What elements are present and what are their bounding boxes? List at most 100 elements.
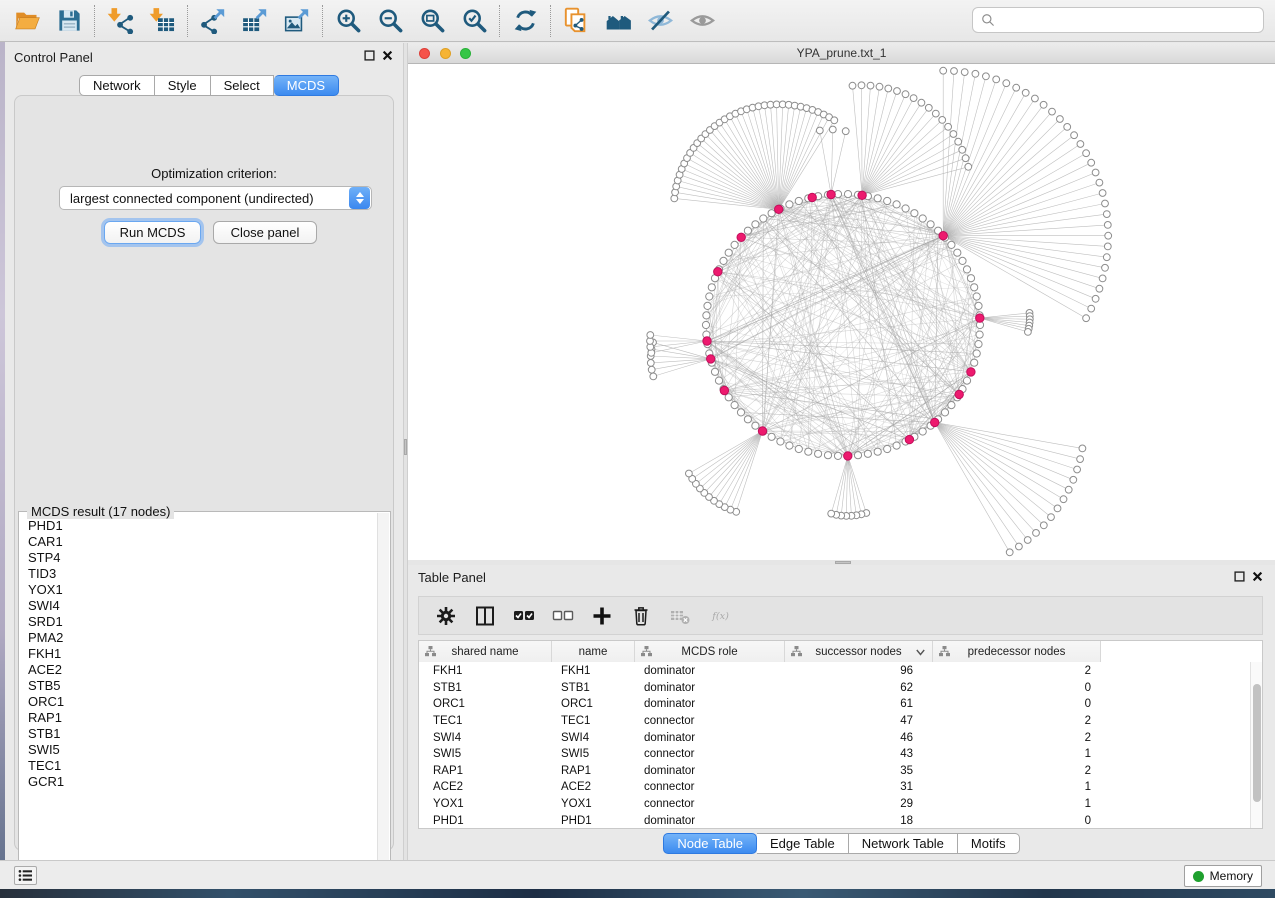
table-row[interactable]: FKH1FKH1dominator962 bbox=[419, 663, 1250, 680]
table-cell[interactable]: 1 bbox=[933, 781, 1101, 793]
table-cell[interactable]: SWI5 bbox=[552, 748, 635, 760]
table-cell[interactable]: ACE2 bbox=[419, 781, 552, 793]
mcds-node-item[interactable]: FKH1 bbox=[19, 646, 377, 662]
settings-gear-icon[interactable] bbox=[429, 601, 462, 631]
table-cell[interactable]: 31 bbox=[785, 781, 933, 793]
table-cell[interactable]: YOX1 bbox=[419, 798, 552, 810]
table-cell[interactable]: 0 bbox=[933, 682, 1101, 694]
mcds-node-item[interactable]: STB1 bbox=[19, 726, 377, 742]
mcds-node-item[interactable]: RAP1 bbox=[19, 710, 377, 726]
column-header-MCDS-role[interactable]: MCDS role bbox=[635, 641, 785, 662]
table-row[interactable]: ACE2ACE2connector311 bbox=[419, 779, 1250, 796]
add-column-icon[interactable] bbox=[585, 601, 618, 631]
splitter-grabber[interactable] bbox=[835, 561, 851, 564]
table-cell[interactable]: connector bbox=[635, 798, 785, 810]
table-cell[interactable]: dominator bbox=[635, 682, 785, 694]
table-cell[interactable]: dominator bbox=[635, 665, 785, 677]
mcds-result-list[interactable]: PHD1CAR1STP4TID3YOX1SWI4SRD1PMA2FKH1ACE2… bbox=[19, 518, 377, 878]
table-cell[interactable]: 96 bbox=[785, 665, 933, 677]
table-cell[interactable]: 29 bbox=[785, 798, 933, 810]
table-cell[interactable]: 1 bbox=[933, 748, 1101, 760]
table-cell[interactable]: 43 bbox=[785, 748, 933, 760]
mcds-node-item[interactable]: ACE2 bbox=[19, 662, 377, 678]
mcds-node-item[interactable]: ORC1 bbox=[19, 694, 377, 710]
network-graph[interactable] bbox=[408, 64, 1275, 560]
table-cell[interactable]: FKH1 bbox=[419, 665, 552, 677]
copy-style-icon[interactable] bbox=[555, 4, 597, 38]
table-cell[interactable]: STB1 bbox=[552, 682, 635, 694]
zoom-selected-icon[interactable] bbox=[453, 4, 495, 38]
table-row[interactable]: SWI4SWI4dominator462 bbox=[419, 729, 1250, 746]
table-cell[interactable]: 1 bbox=[933, 798, 1101, 810]
zoom-in-icon[interactable] bbox=[327, 4, 369, 38]
zoom-fit-icon[interactable] bbox=[411, 4, 453, 38]
refresh-view-icon[interactable] bbox=[504, 4, 546, 38]
optimization-criterion-select[interactable]: largest connected component (undirected) bbox=[59, 186, 372, 210]
mcds-node-item[interactable]: YOX1 bbox=[19, 582, 377, 598]
column-header-shared-name[interactable]: shared name bbox=[419, 641, 552, 662]
export-image-icon[interactable] bbox=[276, 4, 318, 38]
float-window-icon[interactable] bbox=[1234, 571, 1245, 582]
tab-edge-table[interactable]: Edge Table bbox=[757, 833, 849, 854]
float-window-icon[interactable] bbox=[364, 50, 375, 61]
search-box[interactable] bbox=[972, 7, 1264, 33]
table-cell[interactable]: YOX1 bbox=[552, 798, 635, 810]
mcds-node-item[interactable]: SRD1 bbox=[19, 614, 377, 630]
table-cell[interactable]: TEC1 bbox=[419, 715, 552, 727]
mcds-list-scrollbar[interactable] bbox=[377, 513, 389, 883]
select-all-icon[interactable] bbox=[507, 601, 540, 631]
column-pane-icon[interactable] bbox=[468, 601, 501, 631]
tab-style[interactable]: Style bbox=[155, 75, 211, 96]
open-file-icon[interactable] bbox=[6, 4, 48, 38]
table-cell[interactable]: 18 bbox=[785, 815, 933, 827]
save-session-icon[interactable] bbox=[48, 4, 90, 38]
hide-selected-icon[interactable] bbox=[639, 4, 681, 38]
table-cell[interactable]: RAP1 bbox=[419, 765, 552, 777]
table-cell[interactable]: dominator bbox=[635, 732, 785, 744]
table-cell[interactable]: SWI4 bbox=[419, 732, 552, 744]
column-header-successor-nodes[interactable]: successor nodes bbox=[785, 641, 933, 662]
delete-column-icon[interactable] bbox=[624, 601, 657, 631]
import-table-icon[interactable] bbox=[141, 4, 183, 38]
table-row[interactable]: ORC1ORC1dominator610 bbox=[419, 696, 1250, 713]
mcds-node-item[interactable]: STP4 bbox=[19, 550, 377, 566]
table-cell[interactable]: connector bbox=[635, 748, 785, 760]
table-scrollbar[interactable] bbox=[1250, 662, 1262, 828]
close-panel-button[interactable]: Close panel bbox=[213, 221, 317, 244]
table-cell[interactable]: RAP1 bbox=[552, 765, 635, 777]
export-table-icon[interactable] bbox=[234, 4, 276, 38]
table-cell[interactable]: PHD1 bbox=[419, 815, 552, 827]
close-panel-icon[interactable] bbox=[1252, 571, 1263, 582]
table-cell[interactable]: 0 bbox=[933, 698, 1101, 710]
table-cell[interactable]: STB1 bbox=[419, 682, 552, 694]
zoom-out-icon[interactable] bbox=[369, 4, 411, 38]
memory-button[interactable]: Memory bbox=[1184, 865, 1262, 887]
close-panel-icon[interactable] bbox=[382, 50, 393, 61]
table-cell[interactable]: 2 bbox=[933, 715, 1101, 727]
tab-motifs[interactable]: Motifs bbox=[958, 833, 1020, 854]
network-window-titlebar[interactable]: YPA_prune.txt_1 bbox=[408, 43, 1275, 64]
tab-select[interactable]: Select bbox=[211, 75, 274, 96]
import-network-icon[interactable] bbox=[99, 4, 141, 38]
tab-mcds[interactable]: MCDS bbox=[274, 75, 339, 96]
mcds-node-item[interactable]: TID3 bbox=[19, 566, 377, 582]
tab-node-table[interactable]: Node Table bbox=[663, 833, 757, 854]
table-row[interactable]: YOX1YOX1connector291 bbox=[419, 796, 1250, 813]
tab-network-table[interactable]: Network Table bbox=[849, 833, 958, 854]
first-neighbors-icon[interactable] bbox=[597, 4, 639, 38]
table-cell[interactable]: 2 bbox=[933, 765, 1101, 777]
scrollbar-thumb[interactable] bbox=[1253, 684, 1261, 802]
table-cell[interactable]: 61 bbox=[785, 698, 933, 710]
table-cell[interactable]: TEC1 bbox=[552, 715, 635, 727]
table-cell[interactable]: connector bbox=[635, 781, 785, 793]
tab-network[interactable]: Network bbox=[79, 75, 155, 96]
table-cell[interactable]: 62 bbox=[785, 682, 933, 694]
mcds-node-item[interactable]: PMA2 bbox=[19, 630, 377, 646]
mcds-node-item[interactable]: SWI5 bbox=[19, 742, 377, 758]
table-cell[interactable]: connector bbox=[635, 715, 785, 727]
table-cell[interactable]: SWI4 bbox=[552, 732, 635, 744]
table-cell[interactable]: SWI5 bbox=[419, 748, 552, 760]
mcds-node-item[interactable]: TEC1 bbox=[19, 758, 377, 774]
mcds-node-item[interactable]: GCR1 bbox=[19, 774, 377, 790]
table-cell[interactable]: PHD1 bbox=[552, 815, 635, 827]
